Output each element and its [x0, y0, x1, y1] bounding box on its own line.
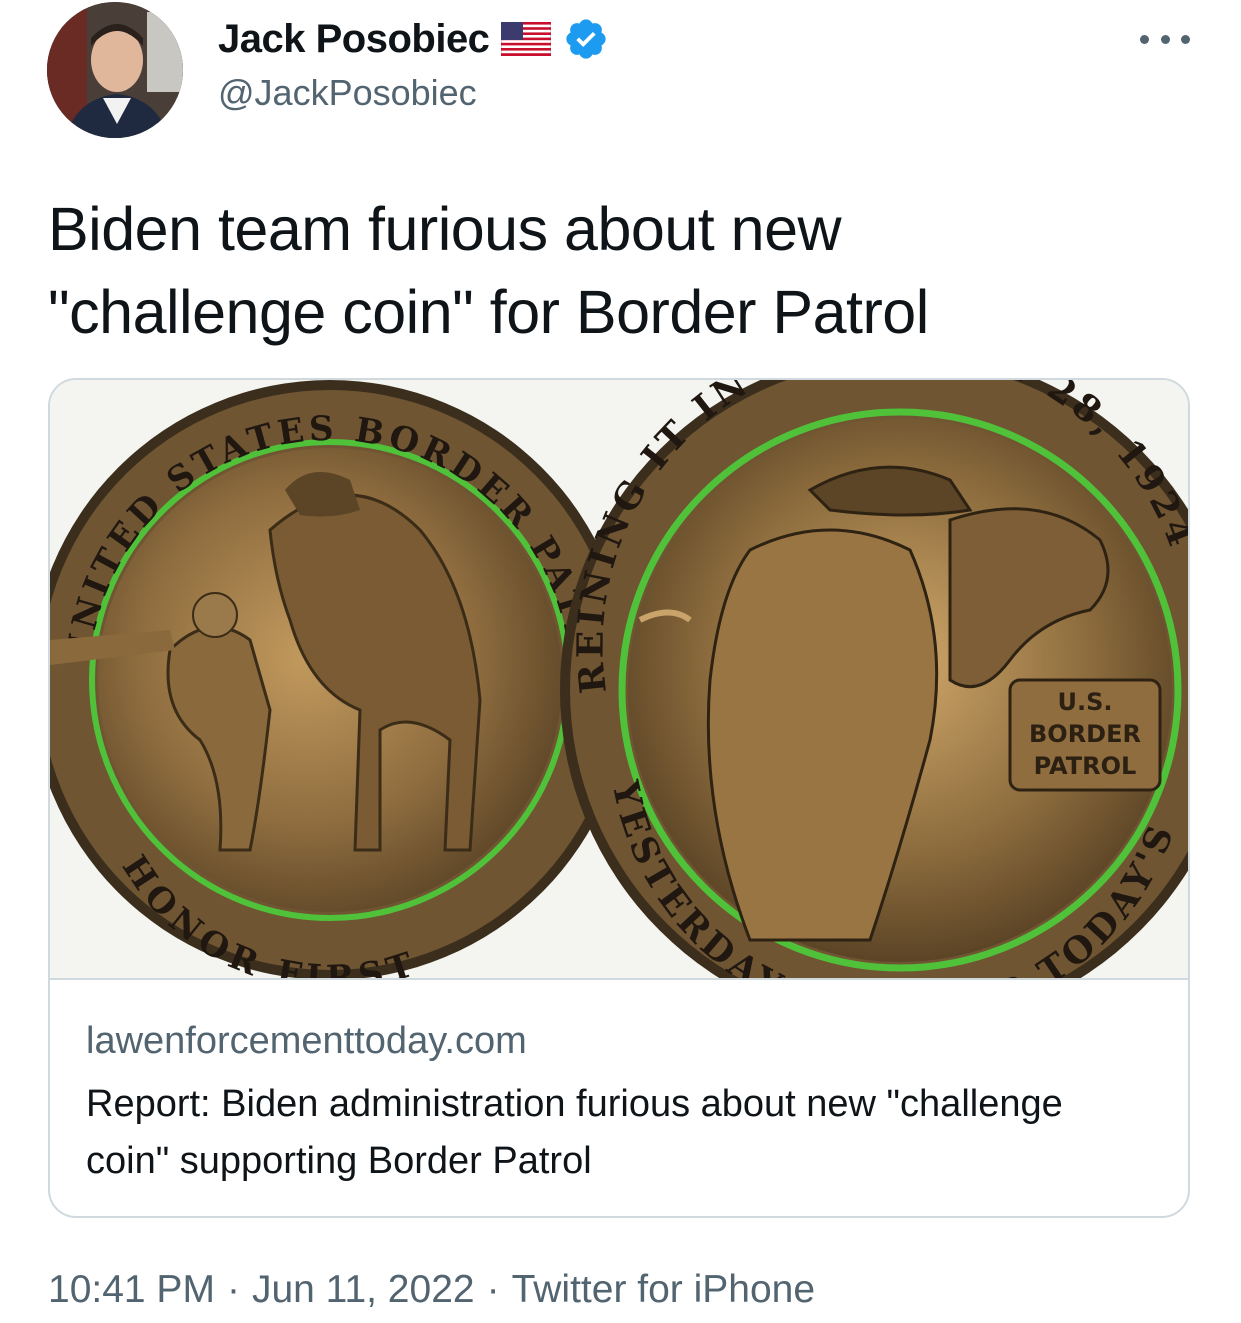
card-title[interactable]: Report: Biden administration furious abo… [86, 1076, 1146, 1190]
author-avatar[interactable] [47, 2, 183, 138]
verified-badge-icon [566, 19, 607, 59]
author-handle[interactable]: @JackPosobiec [218, 72, 477, 114]
coin-left: UNITED STATES BORDER PATROL HONOR FIRST [50, 380, 630, 999]
more-dot [1160, 34, 1170, 44]
us-flag-icon [501, 22, 552, 56]
meta-separator: · [486, 1268, 500, 1311]
svg-text:BORDER: BORDER [1029, 720, 1141, 748]
card-divider [50, 978, 1188, 980]
avatar-photo [47, 2, 183, 138]
svg-text:PATROL: PATROL [1034, 752, 1137, 780]
meta-separator: · [226, 1268, 240, 1311]
card-domain[interactable]: lawenforcementtoday.com [86, 1020, 527, 1063]
more-options-icon[interactable] [1140, 22, 1190, 56]
more-dot [1181, 34, 1190, 44]
author-name[interactable]: Jack Posobiec [218, 17, 490, 62]
tweet-meta: 10:41 PM · Jun 11, 2022 · Twitter for iP… [48, 1268, 815, 1312]
author-name-row: Jack Posobiec [218, 14, 609, 64]
tweet-date[interactable]: Jun 11, 2022 [252, 1268, 475, 1312]
more-dot [1140, 34, 1149, 44]
card-image[interactable]: UNITED STATES BORDER PATROL HONOR FIRST [50, 380, 1188, 1037]
tweet-source[interactable]: Twitter for iPhone [512, 1268, 815, 1312]
link-preview-card[interactable]: UNITED STATES BORDER PATROL HONOR FIRST [48, 378, 1190, 1218]
tweet-text: Biden team furious about new "challenge … [48, 188, 1198, 354]
coin-inset-label: U.S. [1057, 688, 1112, 716]
challenge-coins-image: UNITED STATES BORDER PATROL HONOR FIRST [50, 380, 1188, 1037]
tweet-text-line-1: Biden team furious about new [48, 195, 842, 263]
tweet-time[interactable]: 10:41 PM [48, 1268, 215, 1312]
tweet-text-line-2: "challenge coin" for Border Patrol [48, 278, 929, 346]
